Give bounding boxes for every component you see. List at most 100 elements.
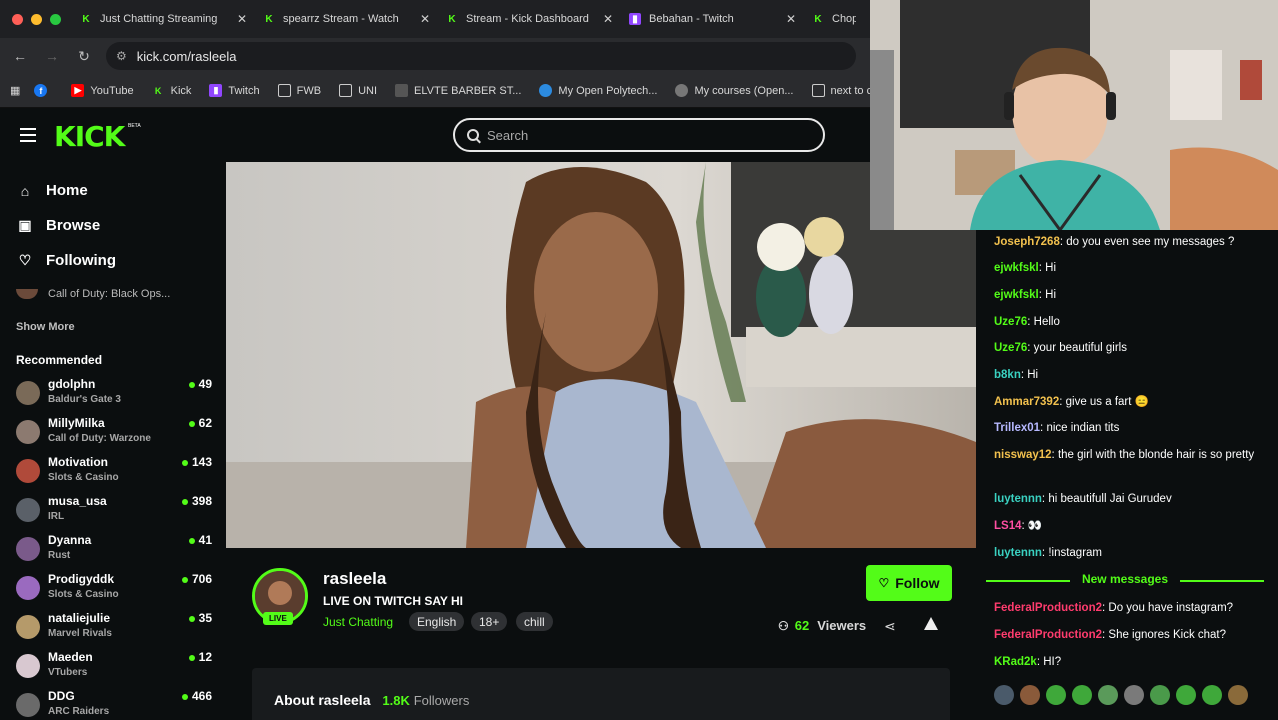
browser-tab[interactable]: K Just Chatting Streaming ✕ [72, 0, 255, 38]
browser-tab-active[interactable]: K Stream - Kick Dashboard ✕ [438, 0, 621, 38]
minimize-window-button[interactable] [31, 13, 42, 25]
kick-icon: K [82, 13, 90, 25]
viewer-count: 62 [188, 416, 212, 430]
sidebar-channel-gdolphn[interactable]: gdolphn Baldur's Gate 3 49 [16, 375, 212, 409]
bookmark-label: ELVTE BARBER ST... [414, 84, 522, 97]
nav-browse[interactable]: ▣ Browse [16, 217, 100, 234]
bookmark-twitch[interactable]: ▮ Twitch [209, 84, 260, 97]
site-settings-icon[interactable]: ⚙ [116, 49, 127, 63]
sidebar-channel-millymilka[interactable]: MillyMilka Call of Duty: Warzone 62 [16, 414, 212, 448]
viewer-count: 41 [188, 533, 212, 547]
streamer-name[interactable]: rasleela [323, 569, 386, 589]
kick-logo[interactable]: KICK [54, 120, 125, 153]
avatar [16, 693, 40, 717]
bookmark-folder-fwb[interactable]: FWB [277, 84, 322, 97]
address-bar[interactable]: ⚙ kick.com/rasleela [106, 42, 856, 70]
browser-tab[interactable]: K Chops [804, 0, 864, 38]
show-more-button[interactable]: Show More [16, 321, 75, 333]
bookmark-youtube[interactable]: ▶ YouTube [71, 84, 134, 97]
sidebar-channel-musa-usa[interactable]: musa_usa IRL 398 [16, 492, 212, 526]
sidebar-channel-ddg[interactable]: DDG ARC Raiders 466 [16, 687, 212, 720]
new-messages-divider[interactable]: New messages [986, 572, 1264, 588]
search-input[interactable]: Search [453, 118, 825, 152]
forward-icon[interactable]: → [36, 48, 68, 64]
channel-name: Motivation [48, 455, 108, 469]
stream-category-link[interactable]: Just Chatting [323, 615, 393, 629]
bookmark-label: FWB [296, 84, 322, 97]
followers-count: 1.8K [382, 693, 410, 708]
close-tab-icon[interactable]: ✕ [786, 12, 796, 26]
video-player[interactable] [226, 162, 976, 548]
back-icon[interactable]: ← [4, 48, 36, 64]
viewers-icon: ⚇ [778, 618, 789, 633]
avatar [16, 289, 38, 299]
close-tab-icon[interactable]: ✕ [237, 12, 247, 26]
channel-name: MillyMilka [48, 416, 105, 430]
tag-18plus[interactable]: 18+ [471, 612, 508, 631]
chat-message: b8kn: Hi [994, 369, 1039, 381]
nav-label: Following [46, 252, 116, 269]
browse-icon: ▣ [18, 217, 32, 233]
emote-icon[interactable] [1046, 685, 1066, 705]
tab-title: Stream - Kick Dashboard [466, 13, 589, 25]
bookmark-courses[interactable]: My courses (Open... [675, 84, 794, 97]
channel-category: Slots & Casino [48, 472, 119, 483]
live-badge: LIVE [263, 612, 293, 625]
stream-title: LIVE ON TWITCH SAY HI [323, 594, 464, 608]
followed-channel-partial[interactable]: Call of Duty: Black Ops... [16, 288, 170, 300]
follow-button[interactable]: ♡ Follow [866, 565, 952, 601]
close-tab-icon[interactable]: ✕ [603, 12, 613, 26]
kick-icon: K [448, 13, 456, 25]
stream-info: LIVE rasleela LIVE ON TWITCH SAY HI Just… [226, 548, 976, 720]
bookmark-folder-uni[interactable]: UNI [339, 84, 377, 97]
apps-icon[interactable]: ▦ [10, 84, 20, 97]
sidebar-channel-dyanna[interactable]: Dyanna Rust 41 [16, 531, 212, 565]
channel-name: gdolphn [48, 377, 96, 391]
viewer-count: 466 [181, 689, 212, 703]
url-text: kick.com/rasleela [136, 48, 237, 64]
bookmark-label: Kick [170, 84, 192, 97]
emote-icon[interactable] [1228, 685, 1248, 705]
twitch-icon: ▮ [629, 13, 641, 25]
nav-home[interactable]: ⌂ Home [16, 182, 88, 199]
tag-chill[interactable]: chill [516, 612, 553, 631]
bookmark-facebook[interactable]: f [34, 84, 53, 97]
tag-english[interactable]: English [409, 612, 465, 631]
emote-icon[interactable] [1202, 685, 1222, 705]
screen: K Just Chatting Streaming ✕ K spearrz St… [0, 0, 1278, 720]
emote-icon[interactable] [1072, 685, 1092, 705]
sidebar-channel-prodigyddk[interactable]: Prodigyddk Slots & Casino 706 [16, 570, 212, 604]
reload-icon[interactable]: ↻ [68, 48, 100, 65]
browser-tab[interactable]: K spearrz Stream - Watch ✕ [255, 0, 438, 38]
emote-icon[interactable] [1124, 685, 1144, 705]
emote-icon[interactable] [1150, 685, 1170, 705]
bookmark-kick[interactable]: K Kick [152, 84, 192, 97]
sidebar-channel-maeden[interactable]: Maeden VTubers 12 [16, 648, 212, 682]
emote-icon[interactable] [1098, 685, 1118, 705]
bookmark-folder-next[interactable]: next to c [811, 84, 870, 97]
emote-icon[interactable] [1176, 685, 1196, 705]
sidebar-channel-nataliejulie[interactable]: nataliejulie Marvel Rivals 35 [16, 609, 212, 643]
channel-category: Call of Duty: Black Ops... [48, 288, 171, 300]
window-controls [0, 13, 72, 25]
bookmark-elvte[interactable]: ELVTE BARBER ST... [395, 84, 521, 97]
kick-icon: K [814, 13, 822, 25]
menu-icon[interactable] [20, 128, 36, 146]
beta-label: BETA [128, 123, 141, 129]
chat-message: ejwkfskl: Hi [994, 262, 1057, 274]
browser-tab[interactable]: ▮ Bebahan - Twitch ✕ [621, 0, 804, 38]
bookmark-polytech[interactable]: My Open Polytech... [539, 84, 657, 97]
emote-icon[interactable] [994, 685, 1014, 705]
nav-following[interactable]: ♡ Following [16, 252, 116, 269]
report-icon[interactable] [924, 617, 938, 630]
share-icon[interactable]: ⋖ [884, 618, 896, 635]
maximize-window-button[interactable] [50, 13, 61, 25]
close-window-button[interactable] [12, 13, 23, 25]
heart-icon: ♡ [878, 576, 890, 590]
close-tab-icon[interactable]: ✕ [420, 12, 430, 26]
sidebar-channel-motivation[interactable]: Motivation Slots & Casino 143 [16, 453, 212, 487]
emote-icon[interactable] [1020, 685, 1040, 705]
avatar [16, 459, 40, 483]
viewer-count: 35 [188, 611, 212, 625]
site-icon [395, 84, 409, 97]
